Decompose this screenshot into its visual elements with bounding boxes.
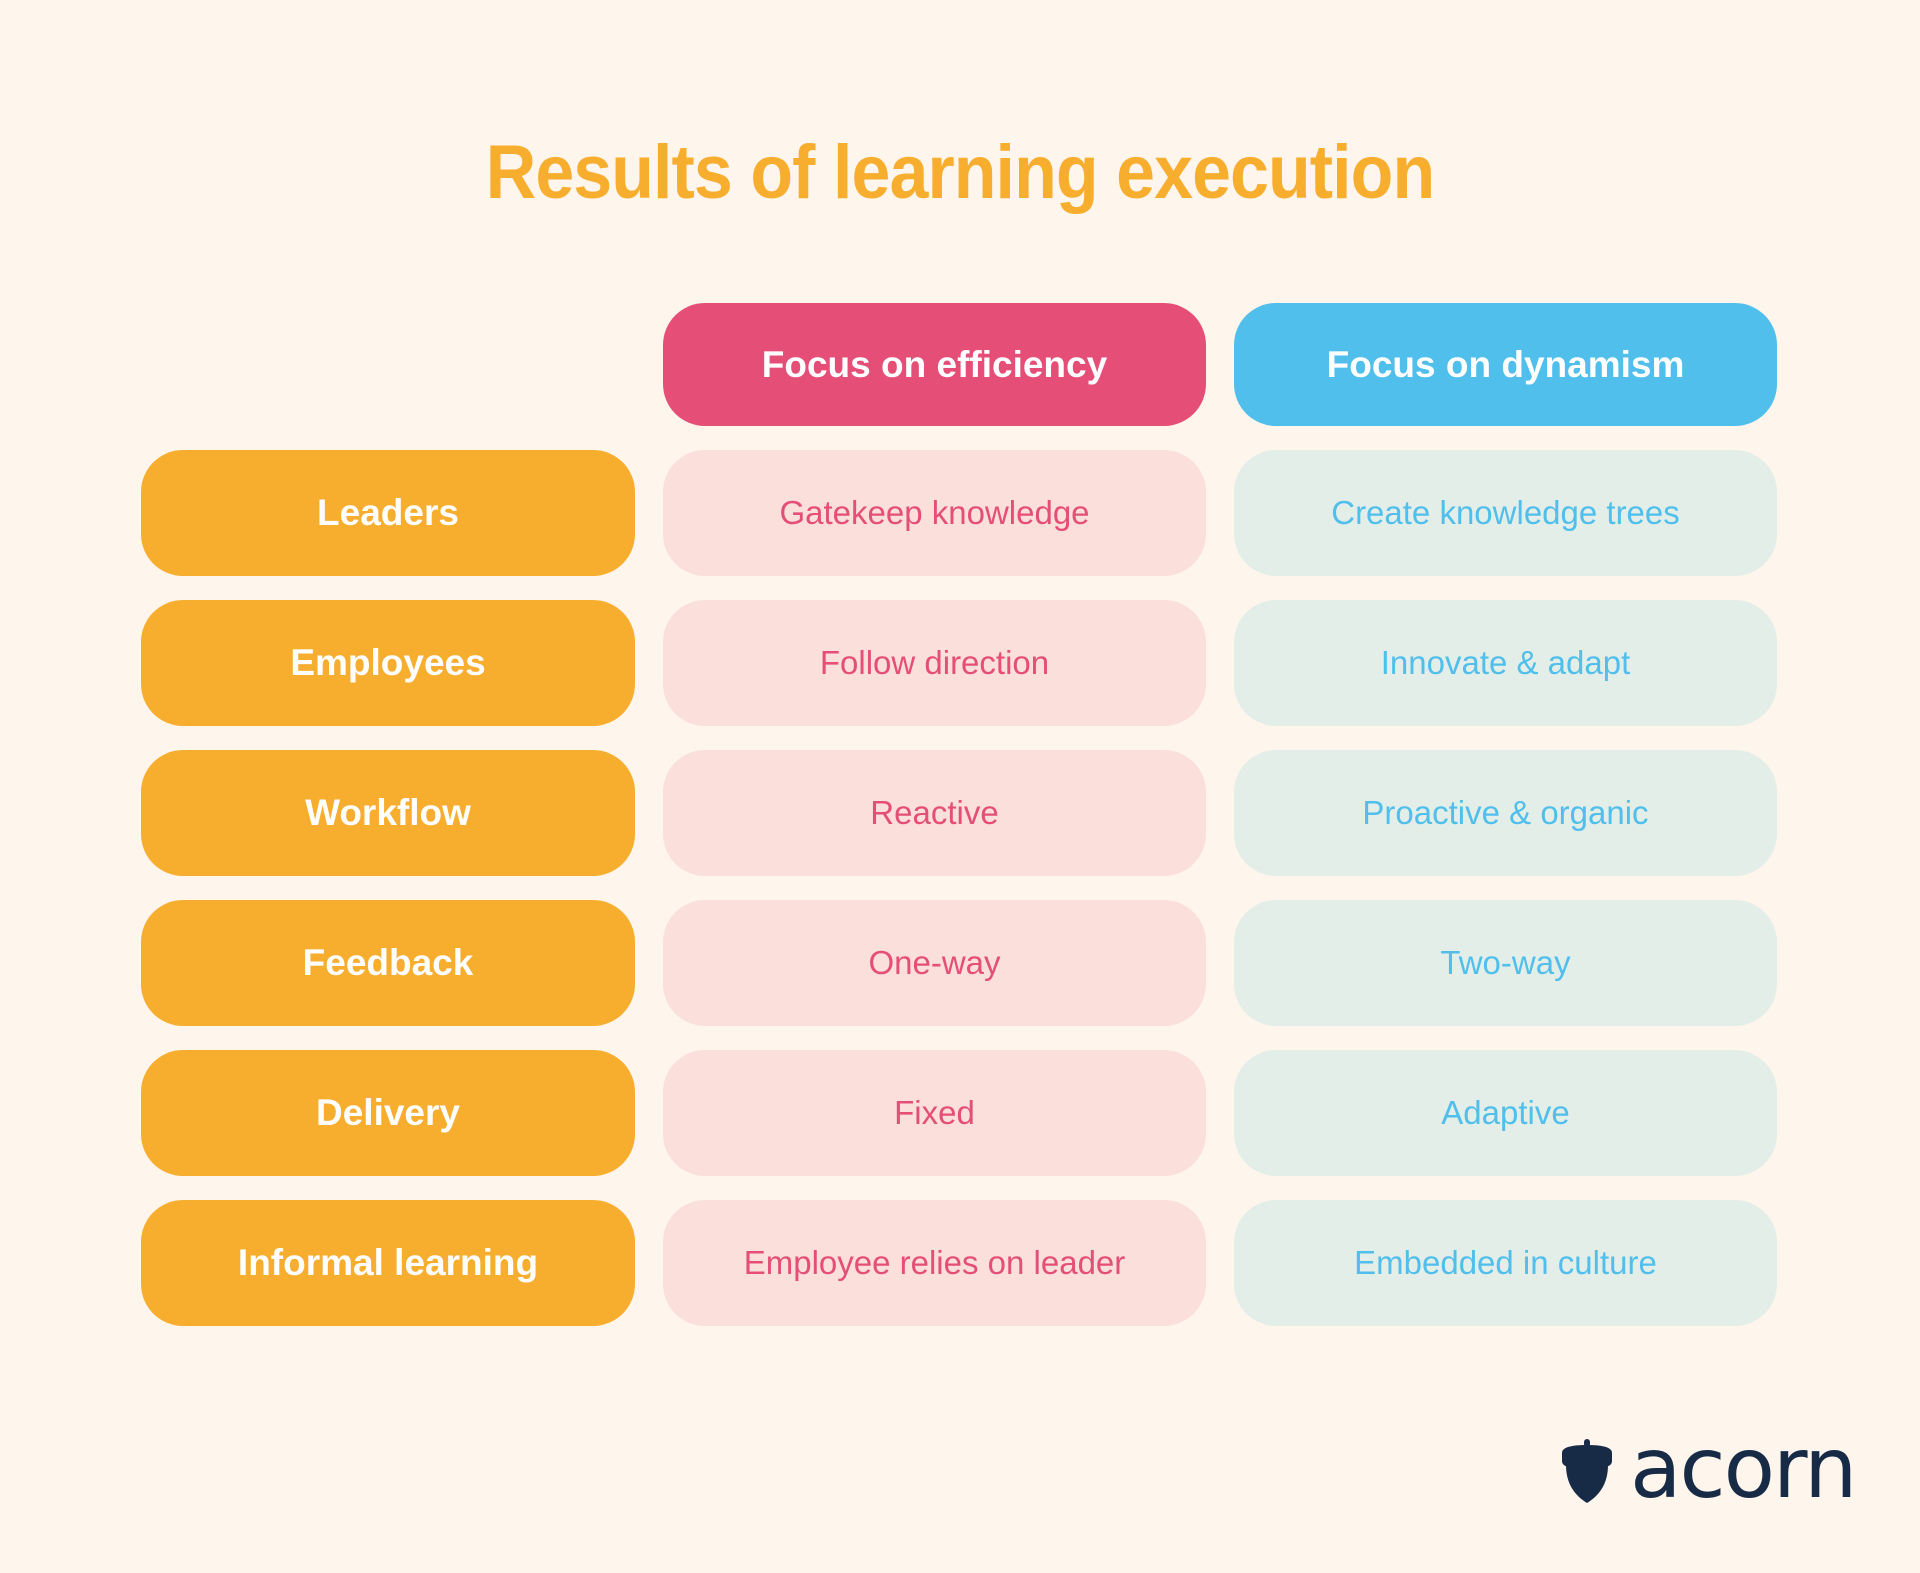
row-label-delivery: Delivery xyxy=(141,1050,635,1176)
acorn-icon xyxy=(1558,1439,1616,1505)
efficiency-cell-leaders: Gatekeep knowledge xyxy=(663,450,1206,576)
row-label-workflow: Workflow xyxy=(141,750,635,876)
page-title: Results of learning execution xyxy=(485,130,1435,215)
row-label-informal-learning: Informal learning xyxy=(141,1200,635,1326)
dynamism-cell-employees: Innovate & adapt xyxy=(1234,600,1777,726)
efficiency-cell-informal-learning: Employee relies on leader xyxy=(663,1200,1206,1326)
efficiency-cell-delivery: Fixed xyxy=(663,1050,1206,1176)
column-header-efficiency: Focus on efficiency xyxy=(663,303,1206,426)
acorn-logo: acorn xyxy=(1558,1426,1857,1512)
column-header-dynamism: Focus on dynamism xyxy=(1234,303,1777,426)
efficiency-cell-feedback: One-way xyxy=(663,900,1206,1026)
efficiency-cell-employees: Follow direction xyxy=(663,600,1206,726)
row-label-leaders: Leaders xyxy=(141,450,635,576)
comparison-table: Focus on efficiency Focus on dynamism Le… xyxy=(141,303,1777,1326)
dynamism-cell-leaders: Create knowledge trees xyxy=(1234,450,1777,576)
dynamism-cell-delivery: Adaptive xyxy=(1234,1050,1777,1176)
row-label-feedback: Feedback xyxy=(141,900,635,1026)
dynamism-cell-workflow: Proactive & organic xyxy=(1234,750,1777,876)
dynamism-cell-feedback: Two-way xyxy=(1234,900,1777,1026)
efficiency-cell-workflow: Reactive xyxy=(663,750,1206,876)
corner-spacer xyxy=(141,303,635,426)
row-label-employees: Employees xyxy=(141,600,635,726)
logo-text: acorn xyxy=(1630,1419,1857,1517)
dynamism-cell-informal-learning: Embedded in culture xyxy=(1234,1200,1777,1326)
